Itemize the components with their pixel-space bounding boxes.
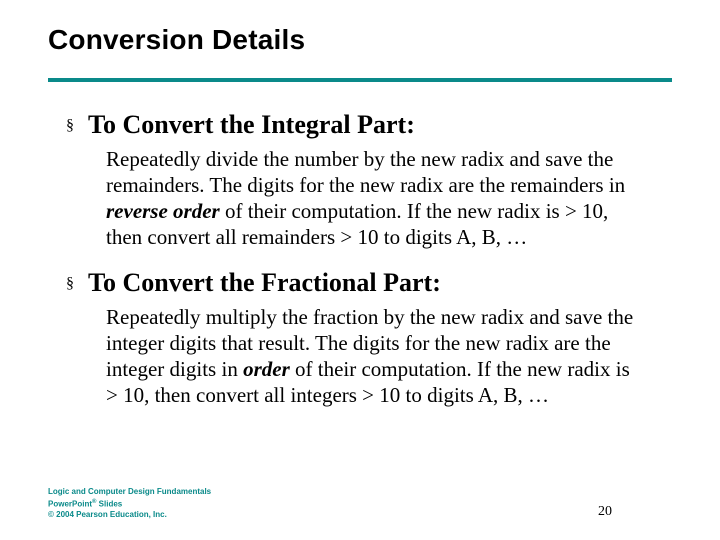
footer-slides: Slides (96, 500, 122, 509)
bullet-heading: To Convert the Integral Part: (88, 110, 415, 140)
footer-powerpoint: PowerPoint (48, 500, 92, 509)
footer-line-2: PowerPoint® Slides (48, 497, 211, 510)
bullet-heading: To Convert the Fractional Part: (88, 268, 441, 298)
bullet-integral: § To Convert the Integral Part: (66, 110, 666, 140)
body-text-em: reverse order (106, 199, 220, 223)
page-number: 20 (598, 504, 612, 520)
body-text-em: order (243, 357, 290, 381)
footer-credits: Logic and Computer Design Fundamentals P… (48, 487, 211, 520)
footer-line-3: © 2004 Pearson Education, Inc. (48, 510, 211, 520)
bullet-fractional: § To Convert the Fractional Part: (66, 268, 666, 298)
footer-line-1: Logic and Computer Design Fundamentals (48, 487, 211, 497)
slide-title: Conversion Details (48, 24, 305, 56)
bullet-marker-icon: § (66, 270, 74, 298)
bullet-body: Repeatedly divide the number by the new … (106, 146, 646, 250)
bullet-body: Repeatedly multiply the fraction by the … (106, 304, 646, 408)
bullet-marker-icon: § (66, 112, 74, 140)
body-text-pre: Repeatedly divide the number by the new … (106, 147, 625, 197)
slide: Conversion Details § To Convert the Inte… (0, 0, 720, 540)
content-area: § To Convert the Integral Part: Repeated… (66, 110, 666, 426)
title-underline (48, 78, 672, 82)
